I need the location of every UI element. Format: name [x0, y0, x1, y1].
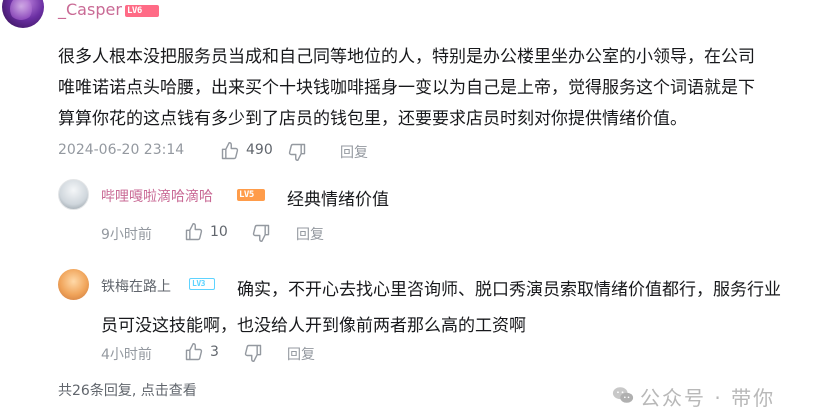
reply-username[interactable]: 铁梅在路上	[101, 276, 171, 296]
reply-username[interactable]: 哔哩嘎啦滴哈滴哈	[101, 186, 213, 206]
level-badge: LV5	[237, 189, 265, 201]
thumbs-up-icon[interactable]	[184, 342, 204, 362]
reply-text-line: 员可没这技能啊，也没给人开到像前两者那么高的工资啊	[101, 316, 526, 336]
reply-button[interactable]: 回复	[340, 142, 368, 162]
view-more-replies-link[interactable]: 共26条回复, 点击查看	[58, 380, 197, 400]
reply-time: 9小时前	[101, 227, 152, 243]
commenter-username[interactable]: _Casper	[58, 0, 122, 19]
thumbs-down-icon[interactable]	[287, 142, 307, 162]
like-count: 3	[210, 344, 219, 360]
reply-text-line: 确实，不开心去找心里咨询师、脱口秀演员索取情绪价值都行，服务行业	[237, 280, 781, 300]
level-badge: LV6	[125, 5, 159, 17]
thumbs-up-icon[interactable]	[220, 141, 240, 161]
reply-avatar[interactable]	[58, 269, 89, 300]
comment-text-line: 很多人根本没把服务员当成和自己同等地位的人，特别是办公楼里坐办公室的小领导，在公…	[58, 47, 755, 67]
reply-avatar[interactable]	[58, 179, 89, 210]
thumbs-down-icon[interactable]	[243, 343, 263, 363]
comment-text-line: 唯唯诺诺点头哈腰，出来买个十块钱咖啡摇身一变以为自己是上帝，觉得服务这个词语就是…	[58, 78, 755, 98]
like-count: 490	[246, 142, 273, 158]
reply-button[interactable]: 回复	[287, 344, 315, 364]
comment-text-line: 算算你花的这点钱有多少到了店员的钱包里，还要要求店员时刻对你提供情绪价值。	[58, 109, 687, 129]
comment-time: 2024-06-20 23:14	[58, 142, 185, 158]
wechat-icon	[612, 384, 634, 406]
commenter-avatar[interactable]	[2, 0, 44, 28]
reply-time: 4小时前	[101, 347, 152, 363]
level-badge: LV3	[189, 278, 215, 290]
watermark-text: 公众号 · 带你	[640, 386, 776, 410]
reply-text-line: 经典情绪价值	[287, 190, 389, 210]
like-count: 10	[210, 224, 228, 240]
thumbs-down-icon[interactable]	[251, 223, 271, 243]
reply-button[interactable]: 回复	[296, 224, 324, 244]
thumbs-up-icon[interactable]	[184, 222, 204, 242]
